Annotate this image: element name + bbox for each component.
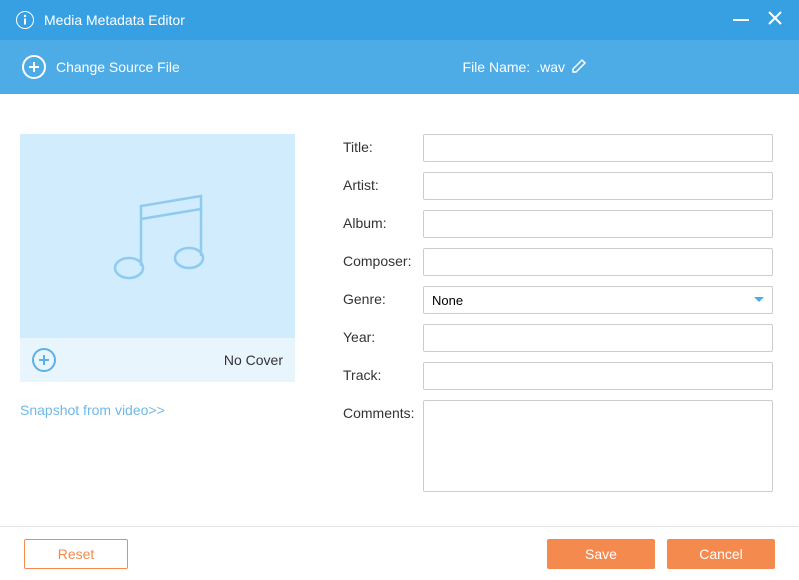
plus-circle-icon xyxy=(22,55,46,79)
minimize-button[interactable] xyxy=(733,19,749,21)
field-genre: Genre: xyxy=(343,286,773,314)
metadata-form: Title: Artist: Album: Composer: Genre: Y xyxy=(343,134,773,502)
label-comments: Comments: xyxy=(343,400,423,421)
input-track[interactable] xyxy=(423,362,773,390)
cover-column: No Cover Snapshot from video>> xyxy=(20,134,295,502)
window-controls xyxy=(733,10,783,31)
label-album: Album: xyxy=(343,210,423,231)
label-composer: Composer: xyxy=(343,248,423,269)
input-year[interactable] xyxy=(423,324,773,352)
filename-value: .wav xyxy=(536,59,565,75)
label-artist: Artist: xyxy=(343,172,423,193)
close-button[interactable] xyxy=(767,10,783,31)
music-note-icon xyxy=(93,171,223,301)
save-button[interactable]: Save xyxy=(547,539,655,569)
label-track: Track: xyxy=(343,362,423,383)
toolbar: Change Source File File Name: .wav xyxy=(0,40,799,94)
change-source-button[interactable]: Change Source File xyxy=(22,55,180,79)
reset-button[interactable]: Reset xyxy=(24,539,128,569)
input-artist[interactable] xyxy=(423,172,773,200)
info-icon xyxy=(16,11,34,29)
field-track: Track: xyxy=(343,362,773,390)
field-composer: Composer: xyxy=(343,248,773,276)
select-genre[interactable] xyxy=(423,286,773,314)
textarea-comments[interactable] xyxy=(423,400,773,492)
field-year: Year: xyxy=(343,324,773,352)
input-title[interactable] xyxy=(423,134,773,162)
field-album: Album: xyxy=(343,210,773,238)
field-artist: Artist: xyxy=(343,172,773,200)
footer: Reset Save Cancel xyxy=(0,526,799,580)
change-source-label: Change Source File xyxy=(56,59,180,75)
cover-bar: No Cover xyxy=(20,338,295,382)
titlebar: Media Metadata Editor xyxy=(0,0,799,40)
edit-filename-button[interactable] xyxy=(571,58,587,77)
app-title: Media Metadata Editor xyxy=(44,12,185,28)
cancel-button[interactable]: Cancel xyxy=(667,539,775,569)
content-area: No Cover Snapshot from video>> Title: Ar… xyxy=(0,94,799,502)
filename-label: File Name: xyxy=(463,59,531,75)
filename-group: File Name: .wav xyxy=(463,58,587,77)
cover-art-placeholder xyxy=(20,134,295,338)
label-genre: Genre: xyxy=(343,286,423,307)
no-cover-label: No Cover xyxy=(224,352,283,368)
label-year: Year: xyxy=(343,324,423,345)
add-cover-button[interactable] xyxy=(32,348,56,372)
label-title: Title: xyxy=(343,134,423,155)
input-composer[interactable] xyxy=(423,248,773,276)
snapshot-from-video-link[interactable]: Snapshot from video>> xyxy=(20,402,295,418)
input-album[interactable] xyxy=(423,210,773,238)
field-comments: Comments: xyxy=(343,400,773,492)
field-title: Title: xyxy=(343,134,773,162)
